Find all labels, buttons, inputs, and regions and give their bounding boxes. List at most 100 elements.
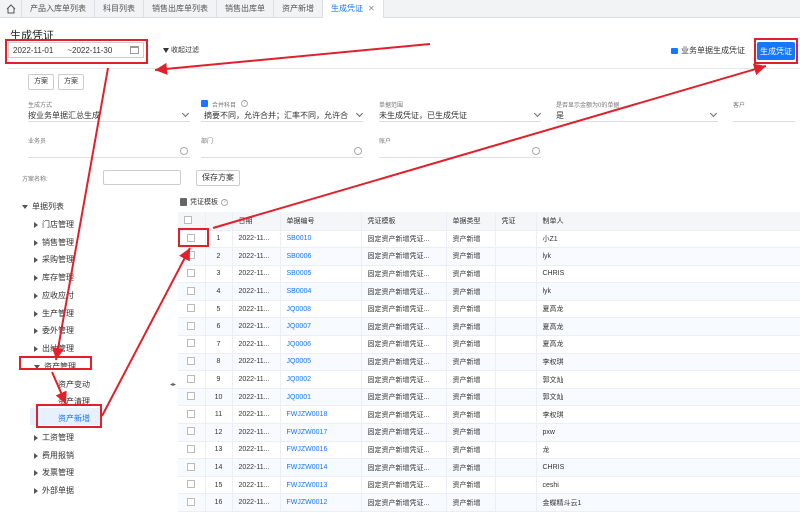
panel-collapse-icon[interactable]: ◂▸ <box>170 381 176 388</box>
row-checkbox[interactable] <box>187 427 196 436</box>
tree-item-asset-disposal[interactable]: 资产清理 <box>58 396 90 407</box>
row-doc-no[interactable]: JQ0006 <box>280 335 362 354</box>
row-checkbox[interactable] <box>187 497 196 506</box>
doc-range-select[interactable]: 未生成凭证，已生成凭证 <box>379 110 467 121</box>
col-date[interactable]: 日期 <box>232 212 281 231</box>
table-row[interactable]: 5 2022-11... JQ0008 固定资产新增凭证... 资产新增 夏高龙 <box>178 300 800 319</box>
col-doc-type[interactable]: 单据类型 <box>446 212 496 231</box>
row-doc-no[interactable]: FWJZW0013 <box>280 476 362 495</box>
col-template[interactable]: 凭证模板 <box>361 212 447 231</box>
tree-item-asset-change[interactable]: 资产变动 <box>58 379 90 390</box>
row-checkbox[interactable] <box>187 356 196 365</box>
row-checkbox[interactable] <box>187 251 196 260</box>
tree-item-store[interactable]: 门店管理 <box>34 219 74 230</box>
table-row[interactable]: 7 2022-11... JQ0006 固定资产新增凭证... 资产新增 夏高龙 <box>178 335 800 354</box>
row-doc-no[interactable]: FWJZW0012 <box>280 493 362 512</box>
row-doc-no[interactable]: FWJZW0018 <box>280 405 362 425</box>
select-all-checkbox[interactable] <box>184 215 192 224</box>
save-scheme-button[interactable]: 保存方案 <box>196 170 240 186</box>
scheme-button-2[interactable]: 方案 <box>58 74 84 90</box>
row-doc-no[interactable]: FWJZW0017 <box>280 423 362 442</box>
row-select-cell[interactable] <box>178 317 206 337</box>
row-checkbox[interactable] <box>187 304 196 313</box>
generate-voucher-button[interactable]: 生成凭证 <box>757 42 795 60</box>
table-row[interactable]: 8 2022-11... JQ0005 固定资产新增凭证... 资产新增 李权琪 <box>178 353 800 372</box>
row-checkbox[interactable] <box>187 339 196 348</box>
row-doc-no[interactable]: SB0004 <box>280 282 362 301</box>
gen-mode-select[interactable]: 按业务单据汇总生成 <box>28 110 100 121</box>
tree-item-expense[interactable]: 费用报销 <box>34 450 74 461</box>
table-row[interactable]: 15 2022-11... FWJZW0013 固定资产新增凭证... 资产新增 cesh… <box>178 476 800 495</box>
row-checkbox[interactable] <box>187 392 196 401</box>
row-checkbox[interactable] <box>187 409 196 418</box>
row-checkbox[interactable] <box>187 268 196 277</box>
tab-asset-add[interactable]: 资产新增 <box>274 0 323 18</box>
date-range-picker[interactable]: 2022-11-01 ~2022-11-30 <box>8 42 144 58</box>
single-doc-generate-button[interactable]: 业务单据生成凭证 <box>671 45 745 56</box>
table-row[interactable]: 14 2022-11... FWJZW0014 固定资产新增凭证... 资产新增 CHRI… <box>178 458 800 477</box>
row-doc-no[interactable]: SB0010 <box>280 230 362 249</box>
col-voucher[interactable]: 凭证 <box>495 212 537 231</box>
table-row[interactable]: 11 2022-11... FWJZW0018 固定资产新增凭证... 资产新增 李权琪 <box>178 405 800 425</box>
row-select-cell[interactable] <box>178 405 206 425</box>
help-icon[interactable]: ? <box>241 100 248 107</box>
select-all-header[interactable] <box>178 212 206 231</box>
row-select-cell[interactable] <box>178 458 206 477</box>
row-checkbox[interactable] <box>187 321 196 330</box>
row-select-cell[interactable] <box>178 476 206 495</box>
row-select-cell[interactable] <box>178 353 206 372</box>
table-row[interactable]: 10 2022-11... JQ0001 固定资产新增凭证... 资产新增 郭文灿 <box>178 388 800 407</box>
tree-item-asset-add[interactable]: 资产新增 <box>58 413 90 424</box>
home-icon[interactable] <box>0 0 22 18</box>
row-checkbox[interactable] <box>187 462 196 471</box>
tree-item-inventory[interactable]: 库存管理 <box>34 272 74 283</box>
tree-item-sales[interactable]: 销售管理 <box>34 237 74 248</box>
tree-item-asset-mgmt[interactable]: 资产管理 <box>34 361 76 372</box>
tree-item-receivable[interactable]: 应收应付 <box>34 290 74 301</box>
row-doc-no[interactable]: FWJZW0014 <box>280 458 362 477</box>
scheme-name-input[interactable] <box>103 170 181 185</box>
tree-item-payroll[interactable]: 工资管理 <box>34 432 74 443</box>
table-row[interactable]: 9 2022-11... JQ0002 固定资产新增凭证... 资产新增 郭文灿 <box>178 370 800 389</box>
table-row[interactable]: 3 2022-11... SB0005 固定资产新增凭证... 资产新增 CHRIS <box>178 265 800 284</box>
row-select-cell[interactable] <box>178 247 206 266</box>
calendar-icon[interactable] <box>130 46 139 54</box>
clear-icon[interactable] <box>354 147 362 155</box>
tree-item-cashier[interactable]: 出纳管理 <box>34 343 74 354</box>
col-creator[interactable]: 制单人 <box>536 212 800 231</box>
tree-item-external[interactable]: 外部单据 <box>34 485 74 496</box>
merge-checkbox[interactable] <box>201 100 208 107</box>
row-doc-no[interactable]: JQ0008 <box>280 300 362 319</box>
col-doc-no[interactable]: 单据编号 <box>280 212 362 231</box>
tree-item-outsourcing[interactable]: 委外管理 <box>34 325 74 336</box>
tab-sales-outbound-list[interactable]: 销售出库单列表 <box>144 0 217 18</box>
row-select-cell[interactable] <box>178 300 206 319</box>
row-select-cell[interactable] <box>178 423 206 442</box>
collapse-filter-button[interactable]: 收起过滤 <box>163 45 199 55</box>
tab-sales-outbound[interactable]: 销售出库单 <box>217 0 274 18</box>
tab-account-list[interactable]: 科目列表 <box>95 0 144 18</box>
row-doc-no[interactable]: JQ0002 <box>280 370 362 389</box>
tree-item-invoice[interactable]: 发票管理 <box>34 467 74 478</box>
tab-generate-voucher[interactable]: 生成凭证 ✕ <box>323 0 384 18</box>
row-checkbox[interactable] <box>187 444 196 453</box>
row-doc-no[interactable]: FWJZW0016 <box>280 441 362 460</box>
close-icon[interactable]: ✕ <box>368 4 375 13</box>
tree-item-production[interactable]: 生产管理 <box>34 308 74 319</box>
row-select-cell[interactable] <box>178 265 206 284</box>
row-doc-no[interactable]: SB0005 <box>280 265 362 284</box>
merge-select[interactable]: 摘要不同，允许合并；汇率不同，允许合 <box>204 110 354 121</box>
table-row[interactable]: 12 2022-11... FWJZW0017 固定资产新增凭证... 资产新增 pxw <box>178 423 800 442</box>
table-row[interactable]: 6 2022-11... JQ0007 固定资产新增凭证... 资产新增 夏高龙 <box>178 317 800 337</box>
row-doc-no[interactable]: JQ0007 <box>280 317 362 337</box>
row-voucher[interactable] <box>495 282 537 301</box>
row-checkbox[interactable] <box>187 286 196 295</box>
row-select-cell[interactable] <box>178 370 206 389</box>
table-row[interactable]: 13 2022-11... FWJZW0016 固定资产新增凭证... 资产新增 龙 <box>178 441 800 460</box>
table-row[interactable]: 1 2022-11... SB0010 固定资产新增凭证... 资产新增 小Z1 <box>178 230 800 249</box>
clear-icon[interactable] <box>532 147 540 155</box>
row-doc-no[interactable]: JQ0001 <box>280 388 362 407</box>
row-select-cell[interactable] <box>178 282 206 301</box>
help-icon[interactable]: ? <box>221 198 228 206</box>
row-select-cell[interactable] <box>178 388 206 407</box>
